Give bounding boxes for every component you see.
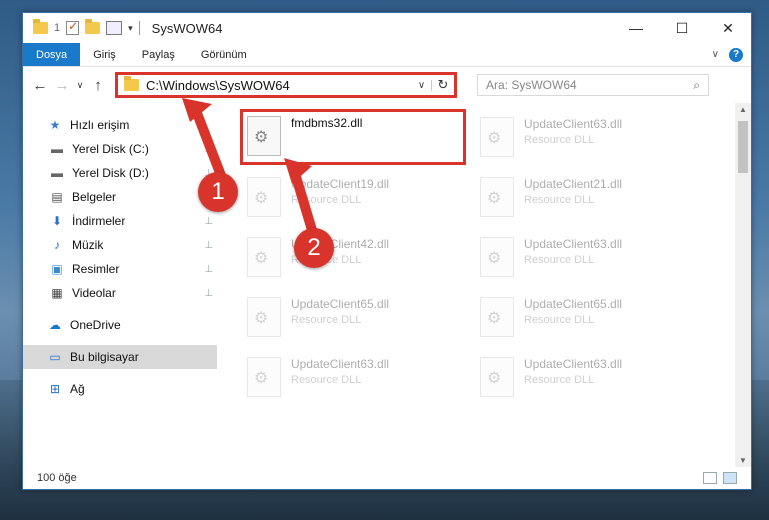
callout-arrows	[182, 98, 317, 235]
callout-arrow-1	[190, 103, 227, 183]
step-badge-2: 2	[294, 228, 334, 268]
step-badge-1: 1	[198, 172, 238, 212]
